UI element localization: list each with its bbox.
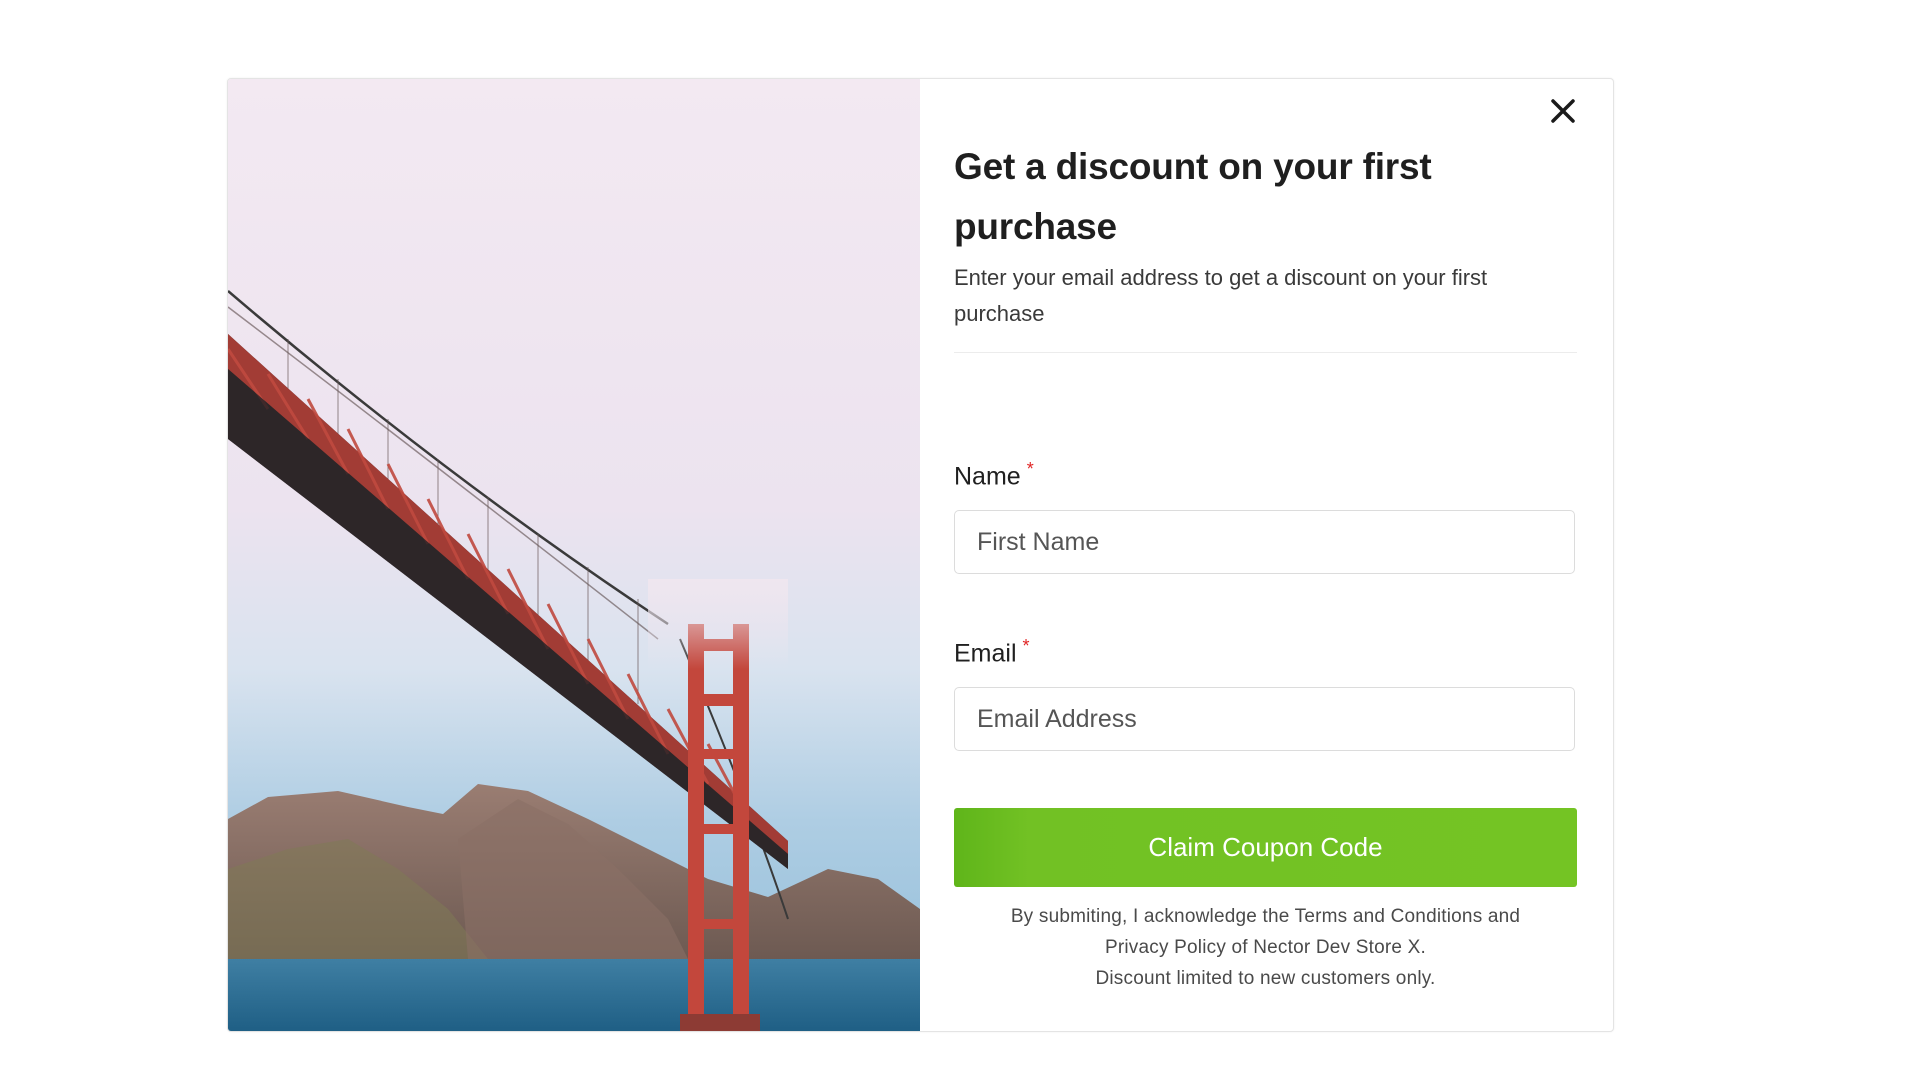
email-label-text: Email	[954, 639, 1017, 668]
claim-coupon-button[interactable]: Claim Coupon Code	[954, 808, 1577, 887]
close-icon	[1551, 99, 1575, 123]
popup-subtitle: Enter your email address to get a discou…	[954, 265, 1488, 326]
name-field-label: Name *	[954, 459, 1034, 491]
legal-line: Privacy Policy of Nector Dev Store X.	[1104, 937, 1426, 958]
name-label-text: Name	[954, 462, 1021, 491]
divider	[954, 352, 1577, 353]
close-button[interactable]	[1543, 91, 1583, 131]
required-marker: *	[1026, 459, 1034, 479]
email-field-label: Email *	[954, 636, 1030, 668]
form-panel: Get a discount on your first purchase En…	[920, 79, 1613, 1031]
legal-line: By submiting, I acknowledge the Terms an…	[1010, 906, 1521, 927]
first-name-input[interactable]	[954, 510, 1575, 574]
popup-title: Get a discount on your first purchase	[954, 146, 1432, 247]
golden-gate-bridge-image	[228, 79, 920, 1031]
email-input[interactable]	[954, 687, 1575, 751]
discount-popup: Get a discount on your first purchase En…	[227, 78, 1614, 1032]
required-marker: *	[1022, 636, 1030, 656]
legal-disclaimer: By submiting, I acknowledge the Terms an…	[954, 901, 1577, 994]
legal-line: Discount limited to new customers only.	[1095, 968, 1436, 989]
